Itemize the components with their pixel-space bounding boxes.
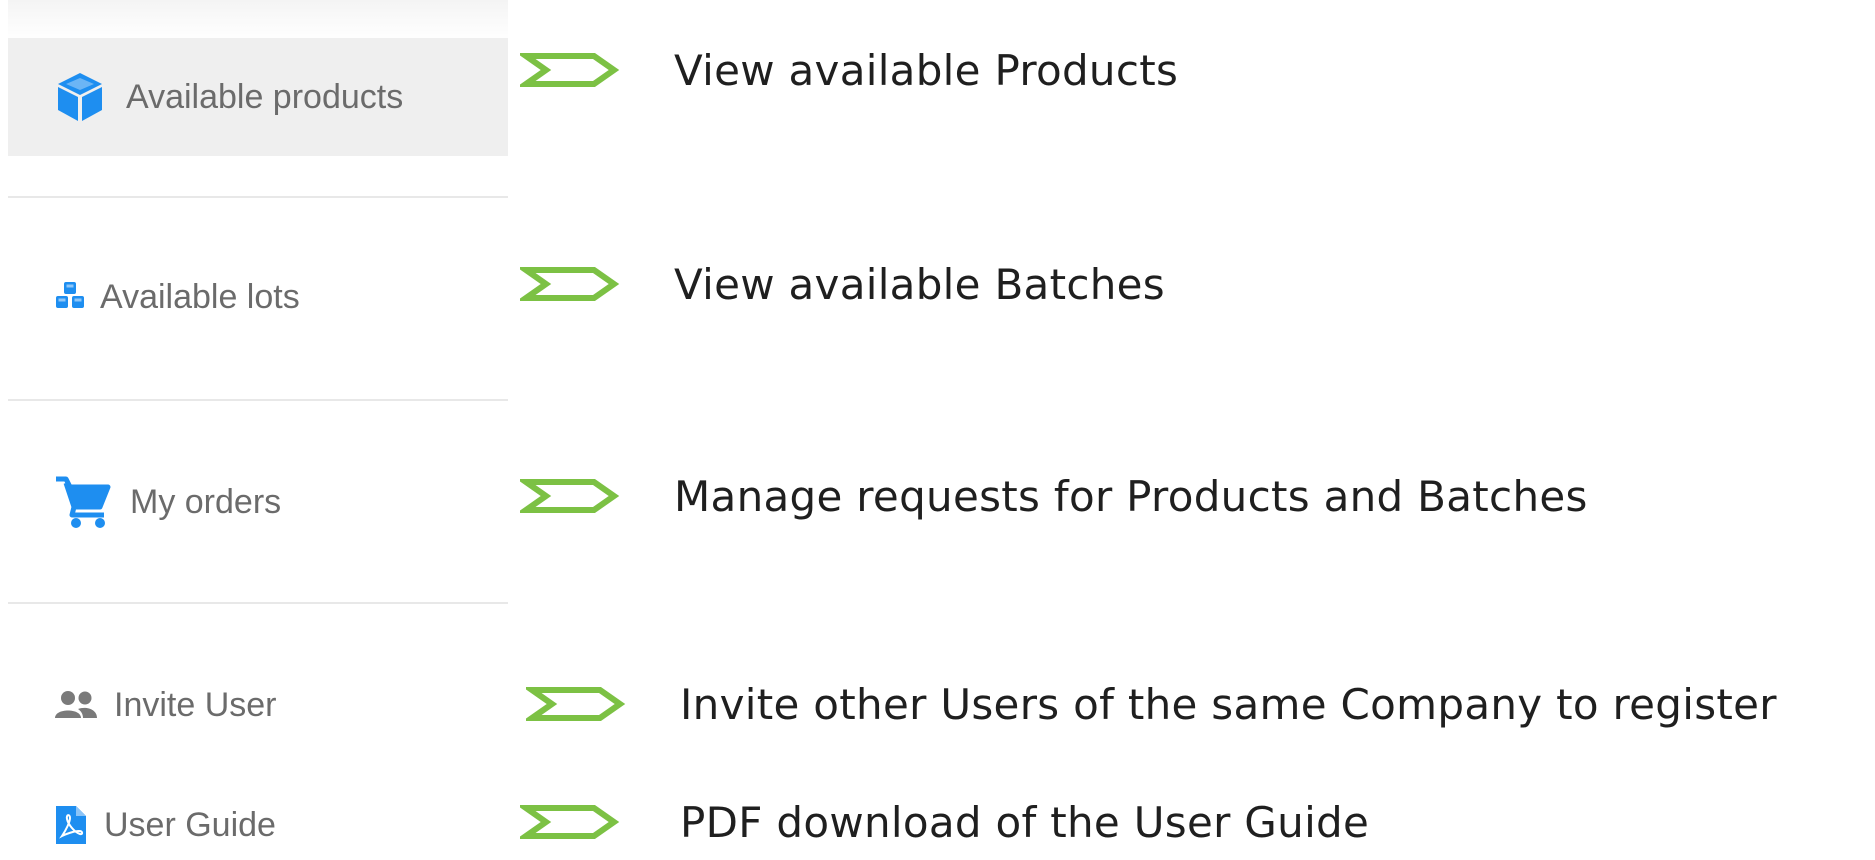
description-row-user-guide: PDF download of the User Guide [520, 792, 1369, 852]
sidebar-top-shade [8, 0, 508, 40]
divider [8, 602, 508, 604]
arrow-right-icon [520, 53, 620, 87]
arrow-right-icon [520, 805, 620, 839]
arrow-right-icon [520, 267, 620, 301]
sidebar-item-available-lots[interactable]: Available lots [8, 262, 508, 332]
sidebar-item-my-orders[interactable]: My orders [8, 462, 508, 542]
description-text: View available Products [674, 45, 1179, 95]
arrow-right-icon [520, 479, 620, 513]
description-row-orders: Manage requests for Products and Batches [520, 466, 1588, 526]
sidebar-item-label: Available lots [100, 277, 300, 316]
sidebar-item-user-guide[interactable]: User Guide [8, 790, 508, 860]
sidebar-item-label: User Guide [104, 805, 276, 844]
cube-icon [54, 69, 106, 125]
description-text: Manage requests for Products and Batches [674, 471, 1588, 521]
description-row-batches: View available Batches [520, 254, 1165, 314]
sidebar: Available products Available lots My ord… [8, 0, 508, 844]
users-icon [54, 690, 98, 720]
sidebar-item-available-products[interactable]: Available products [8, 38, 508, 156]
divider [8, 399, 508, 401]
cart-icon [54, 473, 112, 531]
sidebar-item-label: Invite User [114, 685, 277, 724]
arrow-right-icon [526, 687, 626, 721]
description-text: PDF download of the User Guide [680, 797, 1370, 847]
description-row-invite: Invite other Users of the same Company t… [526, 674, 1777, 734]
cubes-icon [54, 280, 86, 314]
sidebar-item-label: My orders [130, 482, 282, 521]
sidebar-item-invite-user[interactable]: Invite User [8, 670, 508, 740]
description-text: Invite other Users of the same Company t… [680, 679, 1777, 729]
description-text: View available Batches [674, 259, 1165, 309]
sidebar-item-label: Available products [126, 77, 404, 116]
description-row-products: View available Products [520, 40, 1178, 100]
divider [8, 196, 508, 198]
